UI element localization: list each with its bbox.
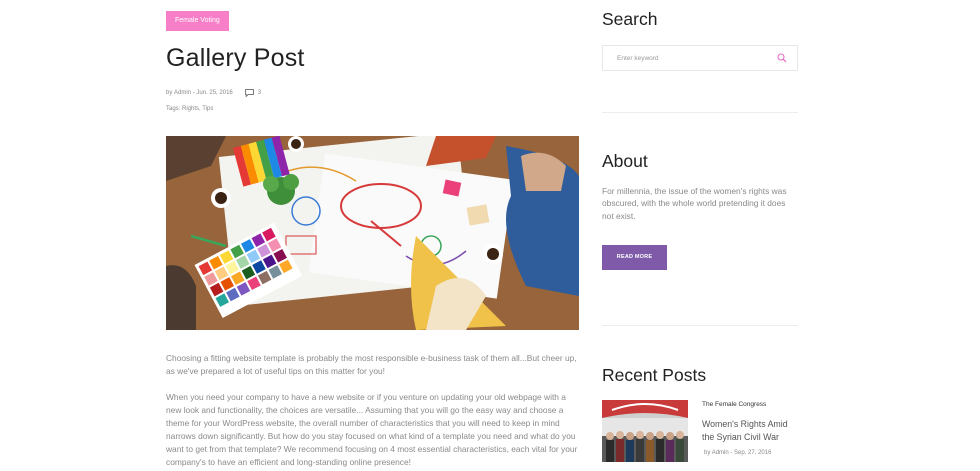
comments-link[interactable]: 3 (244, 89, 262, 97)
recent-post-by-label: by (704, 450, 711, 456)
meta-author-link[interactable]: Admin (174, 90, 191, 96)
recent-post-image (602, 400, 688, 462)
recent-post-category[interactable]: The Female Congress (702, 401, 766, 408)
post-paragraph: When you need your company to have a new… (166, 392, 578, 467)
post-featured-image (166, 136, 579, 330)
meta-by-label: by (166, 90, 173, 96)
recent-post-author: Admin (711, 450, 729, 456)
recent-post-title[interactable]: Women's Rights Amid the Syrian Civil War (702, 418, 798, 443)
recent-post-meta: by Admin - Sep. 27, 2016 (704, 450, 771, 456)
post-meta: by Admin - Jun. 25, 2016 3 (166, 89, 261, 97)
search-box (602, 45, 798, 71)
speech-bubble-icon (244, 89, 254, 97)
tags-label: Tags: (166, 106, 181, 112)
tag-link[interactable]: Rights (182, 106, 199, 112)
comments-count: 3 (257, 90, 262, 96)
recent-posts-title: Recent Posts (602, 365, 707, 385)
meta-date: Jun. 25, 2016 (196, 90, 233, 96)
recent-post-date: Sep. 27, 2016 (734, 450, 772, 456)
search-input[interactable] (617, 54, 757, 62)
post-paragraph: Choosing a fitting website template is p… (166, 353, 577, 376)
post-tags: Tags: Rights, Tips (166, 106, 213, 112)
read-more-button[interactable]: READ MORE (602, 245, 667, 270)
sidebar-divider (602, 325, 798, 326)
recent-post-separator: - (730, 450, 733, 456)
search-widget-title: Search (602, 9, 658, 29)
sidebar-divider (602, 112, 798, 113)
post-title: Gallery Post (166, 44, 305, 72)
tag-link[interactable]: Tips (202, 106, 213, 112)
about-text: For millennia, the issue of the women's … (602, 186, 787, 221)
about-widget-title: About (602, 151, 648, 171)
meta-separator: - (192, 90, 195, 96)
magnifier-icon[interactable] (777, 53, 787, 63)
category-badge[interactable]: Female Voting (166, 11, 229, 31)
recent-post-thumbnail[interactable] (602, 400, 688, 462)
